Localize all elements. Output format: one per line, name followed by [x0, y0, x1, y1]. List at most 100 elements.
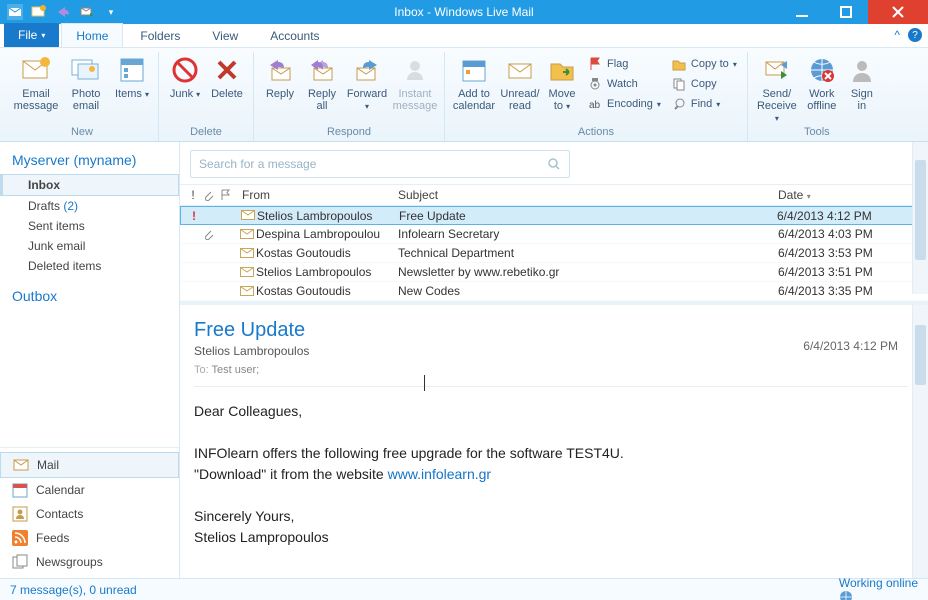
- group-label-tools: Tools: [804, 124, 830, 140]
- status-bar: 7 message(s), 0 unread Working online: [0, 578, 928, 600]
- encoding-icon: ab: [587, 96, 603, 112]
- move-to-icon: [546, 54, 578, 86]
- reading-subject: Free Update: [194, 319, 908, 342]
- send-receive-qat-icon[interactable]: [78, 3, 96, 21]
- email-message-button[interactable]: Email message: [12, 52, 60, 112]
- tab-home[interactable]: Home: [61, 23, 123, 47]
- col-priority[interactable]: !: [184, 188, 202, 202]
- message-row[interactable]: Stelios LambropoulosNewsletter by www.re…: [180, 263, 928, 282]
- row-from: Despina Lambropoulou: [256, 227, 398, 241]
- watch-icon: [587, 76, 603, 92]
- row-subject: New Codes: [398, 284, 778, 298]
- tab-file[interactable]: File ▾: [4, 23, 59, 47]
- work-offline-button[interactable]: Work offline: [802, 52, 842, 112]
- message-row[interactable]: !Stelios LambropoulosFree Update6/4/2013…: [180, 206, 928, 225]
- tab-folders[interactable]: Folders: [125, 23, 195, 47]
- group-label-respond: Respond: [327, 124, 371, 140]
- chevron-down-icon: ▾: [196, 90, 200, 99]
- chevron-down-icon: ▾: [145, 90, 149, 99]
- minimize-button[interactable]: [780, 0, 824, 24]
- reading-scrollbar[interactable]: [912, 305, 928, 578]
- quick-access-toolbar: ▾: [0, 3, 120, 21]
- chevron-down-icon: ▾: [657, 100, 661, 109]
- copy-icon: [671, 76, 687, 92]
- nav-mail[interactable]: Mail: [0, 452, 179, 478]
- list-scrollbar[interactable]: [912, 142, 928, 294]
- status-left: 7 message(s), 0 unread: [10, 583, 137, 597]
- folder-outbox[interactable]: Outbox: [0, 276, 179, 316]
- chevron-down-icon: ▾: [566, 102, 570, 111]
- ribbon-group-respond: Reply Reply all Forward ▾ Instant messag…: [254, 52, 445, 141]
- send-receive-button[interactable]: Send/ Receive ▾: [754, 52, 800, 125]
- find-button[interactable]: Find ▾: [667, 94, 741, 114]
- title-bar: ▾ Inbox - Windows Live Mail: [0, 0, 928, 24]
- row-subject: Infolearn Secretary: [398, 227, 778, 241]
- col-flag[interactable]: [220, 189, 238, 201]
- reply-icon: [264, 54, 296, 86]
- mail-icon: [13, 457, 29, 473]
- col-attachment[interactable]: [202, 189, 220, 201]
- encoding-button[interactable]: abEncoding ▾: [583, 94, 665, 114]
- move-to-button[interactable]: Move to ▾: [543, 52, 581, 113]
- sign-in-icon: [846, 54, 878, 86]
- find-icon: [671, 96, 687, 112]
- ribbon-minimize-icon[interactable]: ^: [894, 28, 900, 42]
- copy-button[interactable]: Copy: [667, 74, 741, 94]
- message-row[interactable]: Kostas GoutoudisNew Codes6/4/2013 3:35 P…: [180, 282, 928, 301]
- folder-junk[interactable]: Junk email: [0, 236, 179, 256]
- col-date[interactable]: Date ▾: [778, 188, 928, 202]
- chevron-down-icon: ▾: [365, 102, 369, 111]
- nav-calendar[interactable]: Calendar: [0, 478, 179, 502]
- photo-email-icon: [70, 54, 102, 86]
- reply-qat-icon[interactable]: [54, 3, 72, 21]
- row-from: Kostas Goutoudis: [256, 284, 398, 298]
- nav-contacts[interactable]: Contacts: [0, 502, 179, 526]
- folder-inbox[interactable]: Inbox: [0, 174, 179, 196]
- search-input[interactable]: Search for a message: [190, 150, 570, 178]
- tab-view[interactable]: View: [197, 23, 253, 47]
- maximize-button[interactable]: [824, 0, 868, 24]
- copy-to-button[interactable]: Copy to ▾: [667, 54, 741, 74]
- col-subject[interactable]: Subject: [398, 188, 778, 202]
- calendar-nav-icon: [12, 482, 28, 498]
- row-date: 6/4/2013 3:51 PM: [778, 265, 928, 279]
- folder-deleted[interactable]: Deleted items: [0, 256, 179, 276]
- work-offline-icon: [806, 54, 838, 86]
- folder-sent[interactable]: Sent items: [0, 216, 179, 236]
- priority-indicator: !: [185, 209, 203, 223]
- new-mail-icon[interactable]: [30, 3, 48, 21]
- delete-button[interactable]: Delete: [207, 52, 247, 100]
- copy-to-icon: [671, 56, 687, 72]
- message-list: !Stelios LambropoulosFree Update6/4/2013…: [180, 206, 928, 301]
- close-button[interactable]: [868, 0, 928, 24]
- reply-button[interactable]: Reply: [260, 52, 300, 100]
- reading-pane: Free Update Stelios Lambropoulos To: Tes…: [180, 301, 928, 578]
- body-link[interactable]: www.infolearn.gr: [388, 466, 492, 482]
- message-row[interactable]: Kostas GoutoudisTechnical Department6/4/…: [180, 244, 928, 263]
- ribbon-group-tools: Send/ Receive ▾ Work offline Sign in Too…: [748, 52, 886, 141]
- message-row[interactable]: Despina LambropoulouInfolearn Secretary6…: [180, 225, 928, 244]
- nav-feeds[interactable]: Feeds: [0, 526, 179, 550]
- folder-drafts[interactable]: Drafts (2): [0, 196, 179, 216]
- account-name[interactable]: Myserver (myname): [0, 142, 179, 174]
- forward-button[interactable]: Forward ▾: [344, 52, 390, 113]
- flag-icon: [587, 56, 603, 72]
- items-button[interactable]: Items ▾: [112, 52, 152, 101]
- items-icon: [116, 54, 148, 86]
- col-from[interactable]: From: [238, 188, 398, 202]
- help-icon[interactable]: ?: [908, 28, 922, 42]
- reply-all-button[interactable]: Reply all: [302, 52, 342, 112]
- sign-in-button[interactable]: Sign in: [844, 52, 880, 112]
- search-icon: [547, 157, 561, 171]
- photo-email-button[interactable]: Photo email: [62, 52, 110, 112]
- add-to-calendar-button[interactable]: Add to calendar: [451, 52, 497, 112]
- watch-button[interactable]: Watch: [583, 74, 665, 94]
- flag-button[interactable]: Flag: [583, 54, 665, 74]
- nav-newsgroups[interactable]: Newsgroups: [0, 550, 179, 574]
- unread-read-button[interactable]: Unread/ read: [499, 52, 541, 112]
- instant-message-icon: [399, 54, 431, 86]
- junk-button[interactable]: Junk ▾: [165, 52, 205, 101]
- qat-dropdown-icon[interactable]: ▾: [102, 3, 120, 21]
- tab-accounts[interactable]: Accounts: [255, 23, 334, 47]
- group-label-delete: Delete: [190, 124, 222, 140]
